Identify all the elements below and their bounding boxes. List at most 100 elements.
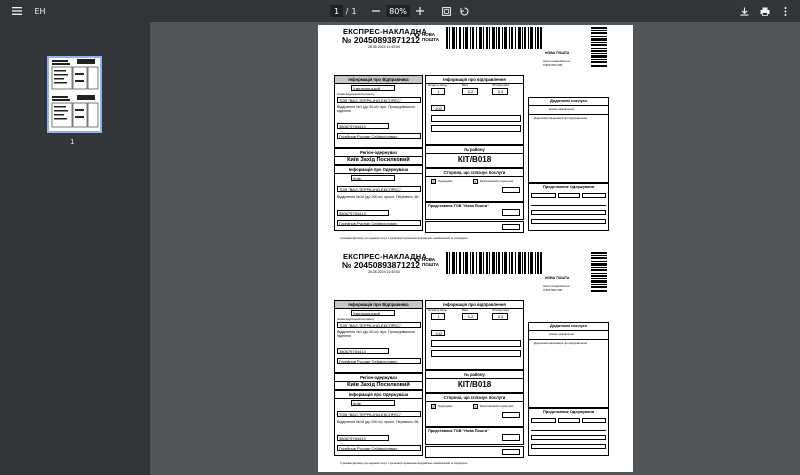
document-title: ЕН (34, 6, 46, 16)
sender-company: ТОВ "ВАЛ-ТЕРРА-ІНД-ЕКСПРЕС" (337, 97, 421, 103)
recipient-phone: 380679754413 (337, 210, 389, 216)
thumbnail-page-number: 1 (70, 138, 75, 146)
plus-icon[interactable] (414, 0, 426, 22)
additional-header: Додаткові послуги (550, 98, 587, 103)
dispatch-desc-field (431, 340, 521, 347)
region-header: Регіон-одержувач (335, 374, 422, 382)
download-icon[interactable] (738, 0, 750, 22)
region-value: Київ Захід Посилковий (347, 157, 410, 163)
recipient-section: Інформація про Одержувача Київ ТОВ "ВАЛ-… (334, 165, 423, 231)
recipient-rep-section: Представник Одержувача (528, 408, 609, 456)
additional-header: Додаткові послуги (550, 323, 587, 328)
additional-info-label: Додаткова інформація про відправлення (534, 116, 587, 120)
barcode-icon (446, 27, 542, 49)
receipt-section (425, 221, 524, 233)
weight-value: 0.2 (462, 313, 478, 320)
pdf-page: ЕКСПРЕС-НАКЛАДНА № 20450893871212 28.05.… (318, 25, 633, 472)
sender-address: Відділення №1 (до 30 кг): вул. Проскурів… (337, 105, 415, 114)
rep-field-5 (531, 219, 606, 224)
menu-icon[interactable] (10, 0, 24, 22)
rep-field-3 (582, 193, 606, 198)
divider (529, 105, 608, 106)
waybill-number: № 20450893871212 (342, 35, 421, 45)
divider (531, 205, 606, 206)
sender-branch-label: Назва відділення/поштомату (337, 92, 375, 96)
rep-field-2 (558, 418, 580, 423)
seats-value: 1 (431, 88, 445, 95)
np-rep-sign-field (502, 434, 520, 441)
additional-services-section: Додаткові послуги Номер замовлення Додат… (528, 97, 609, 183)
np-phone: 0 800 500 609 (543, 63, 563, 67)
payer-cashless-checkbox: X (473, 404, 478, 409)
np-representative-section: Представник ТОВ "Нова Пошта" (425, 202, 524, 220)
recipient-rep-header: Представник Одержувача (542, 409, 595, 414)
payer-sum-field (502, 412, 520, 418)
sender-phone: 380679754413 (337, 348, 389, 354)
pdf-toolbar: ЕН 1 / 1 80% (0, 0, 800, 22)
order-number-label: Номер замовлення (549, 332, 574, 336)
weight-value: 0.2 (462, 88, 478, 95)
declared-value: 100 (431, 105, 445, 111)
nova-poshta-logo-icon (414, 257, 420, 263)
receipt-section (425, 446, 524, 458)
seats-value: 1 (431, 313, 445, 320)
payer-section: Сторона, що сплачує послуги X Одержувач … (425, 393, 524, 427)
recipient-name: Гусейнов Руслан Сейфуллович (337, 445, 421, 451)
page-thumbnail[interactable] (47, 56, 102, 133)
sender-company: ТОВ "ВАЛ-ТЕРРА-ІНД-ЕКСПРЕС" (337, 322, 421, 328)
sender-header: Інформація про Відправника (335, 76, 422, 84)
dispatch-section: Інформація про відправлення Кількість мі… (425, 300, 524, 370)
region-header: Регіон-одержувач (335, 149, 422, 157)
declared-value: 100 (431, 330, 445, 336)
thumbnail-preview (49, 58, 100, 131)
volume-value: 0.3 (492, 313, 508, 320)
volume-value: 0.3 (492, 88, 508, 95)
rep-field-1 (531, 418, 556, 423)
sender-branch-label: Назва відділення/поштомату (337, 317, 375, 321)
zoom-level-input[interactable]: 80% (386, 5, 410, 17)
dispatch-extra-field (431, 350, 521, 357)
np-rep-header: Представник ТОВ "Нова Пошта" (428, 204, 489, 208)
recipient-company: ТОВ "ВАЛ-ТЕРРА-ІНД-ЕКСПРЕС" (337, 411, 421, 417)
payer-recipient-label: Одержувач (438, 179, 453, 183)
footer-note: З умовами Договору про надання послуг з … (340, 237, 468, 240)
sender-address: Відділення №1 (до 30 кг): вул. Проскурів… (337, 330, 415, 339)
seats-label: Кількість місць (428, 83, 448, 87)
recipient-city: Київ (351, 400, 395, 406)
region-section: Регіон-одержувач Київ Захід Посилковий (334, 373, 423, 390)
rep-field-4 (531, 435, 606, 440)
waybill-copy-1: ЕКСПРЕС-НАКЛАДНА № 20450893871212 28.05.… (318, 25, 633, 245)
fit-page-icon[interactable] (440, 0, 452, 22)
more-vert-icon[interactable] (779, 0, 791, 22)
recipient-rep-header: Представник Одержувача (542, 184, 595, 189)
payer-cashless-checkbox: X (473, 179, 478, 184)
payer-cashless-label: Безготівковий розрахунок (480, 179, 514, 183)
minus-icon[interactable] (370, 0, 382, 22)
recipient-name: Гусейнов Руслан Сейфуллович (337, 220, 421, 226)
area-header: № району (426, 146, 523, 154)
np-brand-label: НОВА ПОШТА (545, 51, 570, 55)
payer-header: Сторона, що сплачує послуги (426, 394, 523, 402)
recipient-address: Відділення №18 (до 200 кг): просп. Перем… (337, 195, 419, 199)
area-section: № району КІТ/В018 (425, 370, 524, 393)
barcode-icon (446, 252, 542, 274)
area-header: № району (426, 371, 523, 379)
recipient-phone: 380679754413 (337, 435, 389, 441)
sender-city: Хмельницький (351, 310, 395, 316)
recipient-city: Київ (351, 175, 395, 181)
waybill-date: 28.05.2024 11:40:54 (368, 270, 400, 274)
receipt-field (502, 449, 520, 455)
np-phone: 0 800 500 609 (543, 288, 563, 292)
print-icon[interactable] (759, 0, 771, 22)
payer-recipient-checkbox: X (431, 179, 436, 184)
page-number-input[interactable]: 1 (330, 5, 343, 17)
divider (529, 114, 608, 115)
rotate-icon[interactable] (458, 0, 470, 22)
region-value: Київ Захід Посилковий (347, 382, 410, 388)
payer-section: Сторона, що сплачує послуги X Одержувач … (425, 168, 524, 202)
recipient-rep-section: Представник Одержувача (528, 183, 609, 231)
additional-info-label: Додаткова інформація про відправлення (534, 341, 587, 345)
np-rep-header: Представник ТОВ "Нова Пошта" (428, 429, 489, 433)
additional-services-section: Додаткові послуги Номер замовлення Додат… (528, 322, 609, 408)
np-rep-sign-field (502, 209, 520, 216)
